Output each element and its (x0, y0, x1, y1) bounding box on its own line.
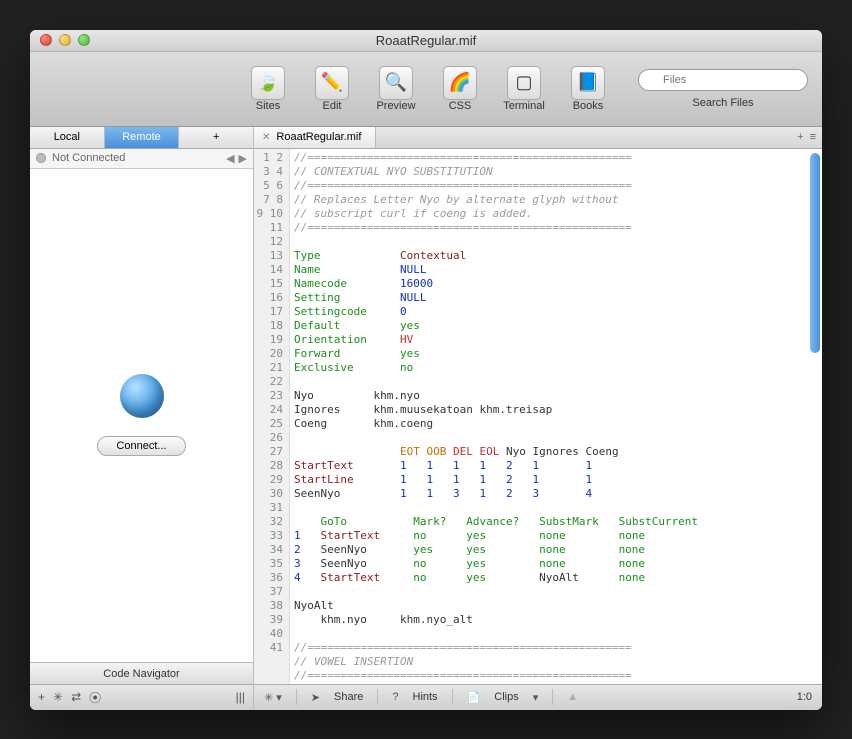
editor-tab-bar: ✕ RoaatRegular.mif + ≡ (254, 127, 822, 149)
chevron-down-icon[interactable]: ▾ (533, 691, 539, 704)
tool-label: Books (573, 100, 604, 112)
nav-forward-icon[interactable]: ▶ (239, 152, 247, 165)
tool-preview[interactable]: 🔍 Preview (372, 66, 420, 112)
tool-label: Terminal (503, 100, 545, 112)
hints-button[interactable]: Hints (413, 691, 438, 703)
tool-label: CSS (449, 100, 472, 112)
gear-icon[interactable]: ✳ ▾ (264, 691, 282, 704)
editor-pane: ✕ RoaatRegular.mif + ≡ 1 2 3 4 5 6 7 8 9… (254, 127, 822, 710)
status-bar: ✳ ▾ ➤ Share ? Hints 📄 Clips ▾ ▲ 1:0 (254, 684, 822, 710)
window-title: RoaatRegular.mif (30, 33, 822, 48)
tool-css[interactable]: 🌈 CSS (436, 66, 484, 112)
toolbar-items: 🍃 Sites ✏️ Edit 🔍 Preview 🌈 CSS ▢ Termin… (244, 66, 612, 112)
search-group: 🔍 Search Files (638, 69, 808, 109)
cursor-position: 1:0 (797, 691, 812, 703)
main-split: Local Remote + Not Connected ◀ ▶ Connect… (30, 127, 822, 710)
clips-icon[interactable]: 📄 (467, 691, 481, 704)
target-icon[interactable]: ⦿ (89, 689, 101, 706)
sidebar-bottom: + ✳ ⇄ ⦿ ||| (30, 684, 253, 710)
columns-icon[interactable]: ||| (236, 690, 245, 704)
tab-label: RoaatRegular.mif (276, 131, 361, 143)
pencil-icon: ✏️ (315, 66, 349, 100)
tab-close-icon[interactable]: ✕ (262, 132, 270, 143)
tool-edit[interactable]: ✏️ Edit (308, 66, 356, 112)
terminal-icon: ▢ (507, 66, 541, 100)
add-icon[interactable]: + (38, 690, 45, 704)
add-tab-icon[interactable]: + (797, 131, 803, 143)
tool-sites[interactable]: 🍃 Sites (244, 66, 292, 112)
tool-label: Edit (323, 100, 342, 112)
book-icon: 📘 (571, 66, 605, 100)
title-bar: RoaatRegular.mif (30, 30, 822, 52)
sidebar-body: Connect... (30, 169, 253, 662)
sidebar-tabs: Local Remote + (30, 127, 253, 149)
editor-tab[interactable]: ✕ RoaatRegular.mif (254, 127, 376, 148)
clips-button[interactable]: Clips (494, 691, 518, 703)
app-window: RoaatRegular.mif 🍃 Sites ✏️ Edit 🔍 Previ… (30, 30, 822, 710)
tool-terminal[interactable]: ▢ Terminal (500, 66, 548, 112)
swatch-icon: 🌈 (443, 66, 477, 100)
share-button[interactable]: Share (334, 691, 363, 703)
globe-icon (120, 374, 164, 418)
tool-label: Preview (376, 100, 415, 112)
sidebar: Local Remote + Not Connected ◀ ▶ Connect… (30, 127, 254, 710)
tool-label: Sites (256, 100, 280, 112)
tab-remote[interactable]: Remote (105, 127, 180, 148)
search-input[interactable] (638, 69, 808, 91)
status-dot-icon (36, 153, 46, 163)
code-area[interactable]: //======================================… (290, 149, 822, 684)
leaf-icon: 🍃 (251, 66, 285, 100)
tab-add[interactable]: + (179, 127, 253, 148)
editor-body[interactable]: 1 2 3 4 5 6 7 8 9 10 11 12 13 14 15 16 1… (254, 149, 822, 684)
line-gutter: 1 2 3 4 5 6 7 8 9 10 11 12 13 14 15 16 1… (254, 149, 290, 684)
connect-button[interactable]: Connect... (97, 436, 185, 456)
code-navigator-header[interactable]: Code Navigator (30, 662, 253, 684)
share-icon[interactable]: ➤ (311, 691, 320, 704)
search-label: Search Files (692, 97, 753, 109)
toolbar: 🍃 Sites ✏️ Edit 🔍 Preview 🌈 CSS ▢ Termin… (30, 52, 822, 127)
hints-icon[interactable]: ? (392, 691, 398, 703)
connection-status-row: Not Connected ◀ ▶ (30, 149, 253, 169)
gear-icon[interactable]: ✳ (53, 690, 63, 704)
sync-icon[interactable]: ⇄ (71, 690, 81, 704)
connection-status: Not Connected (52, 152, 125, 164)
nav-back-icon[interactable]: ◀ (226, 152, 234, 165)
vertical-scrollbar[interactable] (810, 153, 820, 353)
tool-books[interactable]: 📘 Books (564, 66, 612, 112)
tab-menu-icon[interactable]: ≡ (810, 131, 816, 143)
magnifier-icon: 🔍 (379, 66, 413, 100)
tab-local[interactable]: Local (30, 127, 105, 148)
warning-icon[interactable]: ▲ (567, 691, 578, 703)
